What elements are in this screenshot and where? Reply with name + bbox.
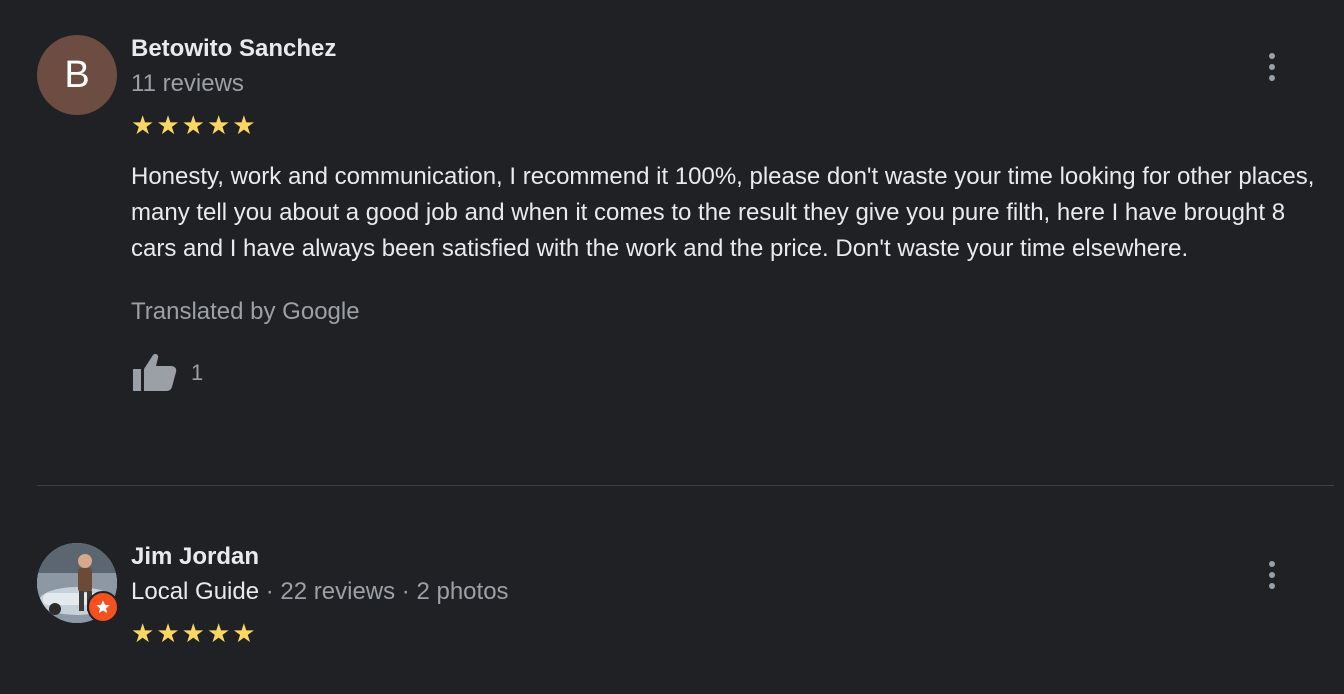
dot [1269, 64, 1275, 70]
more-options-button[interactable] [1262, 47, 1282, 87]
local-guide-star-icon [96, 600, 110, 613]
reviewer-meta[interactable]: 11 reviews [131, 69, 1344, 99]
dot [1269, 75, 1275, 81]
like-count: 1 [191, 360, 204, 385]
reviewer-meta[interactable]: Local Guide · 22 reviews · 2 photos [131, 577, 1344, 607]
thumbs-up-icon [133, 354, 177, 391]
star-icon: ★ [206, 619, 231, 649]
dot [1269, 53, 1275, 59]
review-card: B Betowito Sanchez 11 reviews ★ ★ ★ ★ ★ … [0, 0, 1344, 485]
star-icon: ★ [131, 619, 155, 649]
star-icon: ★ [181, 619, 205, 649]
translated-label[interactable]: Translated by Google [131, 297, 1344, 327]
reviewer-avatar[interactable] [37, 543, 119, 623]
star-icon: ★ [131, 111, 155, 141]
star-icon: ★ [181, 111, 205, 141]
star-icon: ★ [156, 111, 180, 141]
meta-separator: · [259, 578, 281, 605]
star-rating: ★ ★ ★ ★ ★ [131, 113, 1344, 139]
dot [1269, 561, 1275, 567]
photo-count: 2 photos [416, 578, 509, 605]
star-icon: ★ [232, 111, 256, 141]
review-card: Jim Jordan Local Guide · 22 reviews · 2 … [0, 486, 1344, 694]
star-rating: ★ ★ ★ ★ ★ [131, 621, 1344, 647]
star-icon: ★ [206, 111, 231, 141]
more-options-button[interactable] [1262, 555, 1282, 595]
review-count: 22 reviews [280, 578, 396, 605]
like-row: 1 [131, 351, 1344, 395]
review-text: Honesty, work and communication, I recom… [131, 163, 1315, 262]
reviewer-avatar[interactable]: B [37, 35, 117, 115]
like-button[interactable] [131, 353, 177, 393]
reviewer-name[interactable]: Jim Jordan [131, 542, 1344, 572]
star-icon: ★ [232, 619, 256, 649]
star-icon: ★ [156, 619, 180, 649]
avatar-initial: B [64, 53, 90, 96]
dot [1269, 572, 1275, 578]
meta-separator: · [395, 578, 417, 605]
local-guide-label: Local Guide [131, 578, 260, 605]
reviewer-name[interactable]: Betowito Sanchez [131, 34, 1344, 64]
dot [1269, 583, 1275, 589]
local-guide-badge [87, 591, 119, 623]
